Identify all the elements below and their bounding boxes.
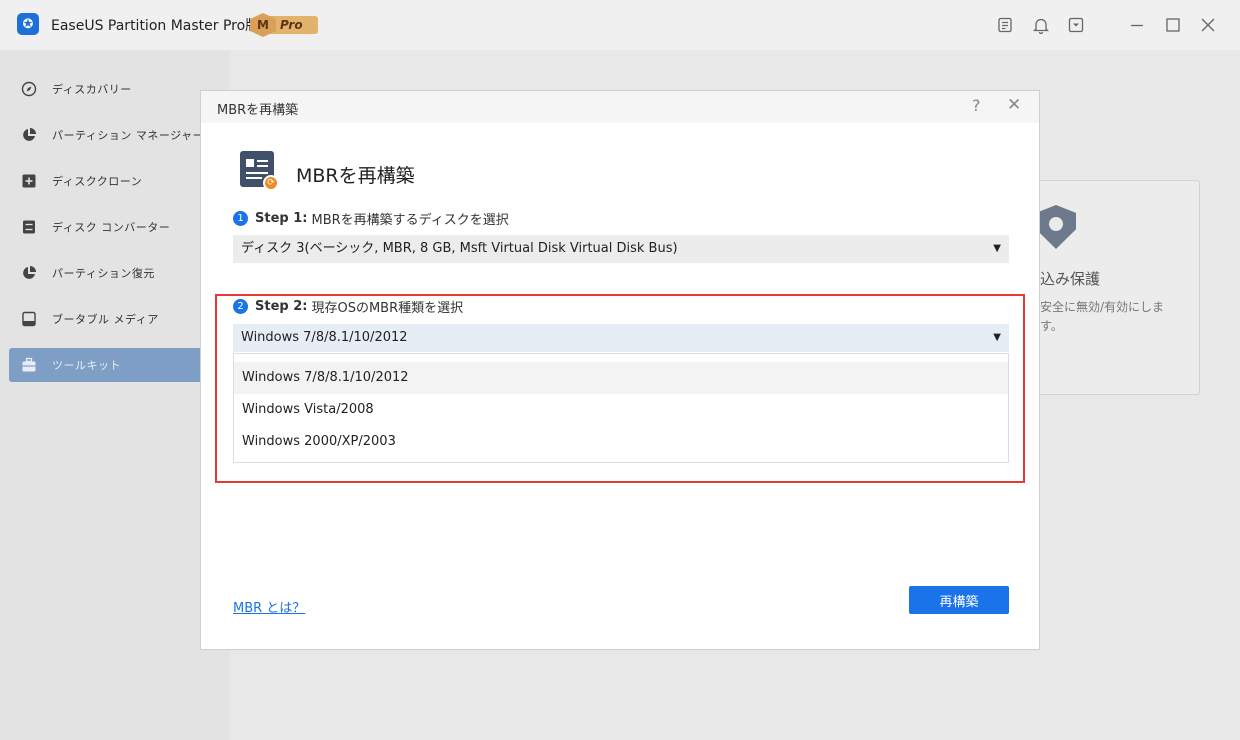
maximize-icon[interactable] <box>1163 15 1183 35</box>
minimize-icon[interactable] <box>1127 15 1147 35</box>
sidebar-item-bootable-media[interactable]: ブータブル メディア <box>9 302 221 336</box>
toolbox-icon <box>20 356 38 374</box>
step-1-text: MBRを再構築するディスクを選択 <box>311 213 509 228</box>
sidebar-item-partition-recovery[interactable]: パーティション復元 <box>9 256 221 290</box>
sidebar-item-label: ディスク コンバーター <box>52 221 171 234</box>
title-bar: ✪ EaseUS Partition Master Pro版 M Pro <box>0 0 1240 50</box>
sidebar-item-label: パーティション復元 <box>52 267 155 280</box>
step-2-prefix: Step 2: <box>255 299 308 314</box>
plus-square-icon <box>20 172 38 190</box>
sidebar-item-discovery[interactable]: ディスカバリー <box>9 72 221 106</box>
sidebar-item-label: ツールキット <box>52 359 121 372</box>
notes-icon[interactable] <box>995 15 1015 35</box>
os-mbr-type-value: Windows 7/8/8.1/10/2012 <box>241 330 408 345</box>
what-is-mbr-link[interactable]: MBR とは？ <box>233 597 305 616</box>
sidebar-item-disk-clone[interactable]: ディスククローン <box>9 164 221 198</box>
dropdown-option[interactable]: Windows Vista/2008 <box>234 394 1008 426</box>
caret-down-icon: ▼ <box>993 243 1001 254</box>
sidebar-item-label: パーティション マネージャー <box>52 129 205 142</box>
caret-down-icon: ▼ <box>993 332 1001 343</box>
rebuild-mbr-icon: ⟳ <box>240 151 279 191</box>
dialog-header: MBRを再構築 ? ✕ <box>201 91 1039 123</box>
help-icon[interactable]: ? <box>972 96 981 115</box>
background-card-description: 安全に無効/有効にします。 <box>1040 300 1165 333</box>
dialog-heading: MBRを再構築 <box>296 165 415 187</box>
step-1-number: 1 <box>233 211 248 226</box>
refresh-icon: ⟳ <box>263 175 279 191</box>
sidebar-item-disk-converter[interactable]: ディスク コンバーター <box>9 210 221 244</box>
compass-icon <box>20 80 38 98</box>
dropdown-menu-icon[interactable] <box>1066 15 1086 35</box>
pie-restore-icon <box>20 264 38 282</box>
sidebar-item-label: ディスカバリー <box>52 83 132 96</box>
step-1-prefix: Step 1: <box>255 211 308 226</box>
sidebar: ディスカバリー パーティション マネージャー ディスククローン ディスク コンバ… <box>0 50 230 740</box>
background-card-title: 込み保護 <box>1040 270 1101 288</box>
bell-icon[interactable] <box>1031 15 1051 35</box>
os-mbr-type-dropdown: Windows 7/8/8.1/10/2012 Windows Vista/20… <box>233 353 1009 463</box>
step-1-label: 1 Step 1: MBRを再構築するディスクを選択 <box>233 209 509 228</box>
dialog-window-title: MBRを再構築 <box>217 103 299 118</box>
close-window-icon[interactable] <box>1198 15 1218 35</box>
bootable-media-icon <box>20 310 38 328</box>
app-logo-icon: ✪ <box>17 13 39 35</box>
dropdown-option[interactable]: Windows 2000/XP/2003 <box>234 426 1008 458</box>
rebuild-mbr-dialog: MBRを再構築 ? ✕ ⟳ MBRを再構築 1 Step 1: MBRを再構築す… <box>200 90 1040 650</box>
step-2-text: 現存OSのMBR種類を選択 <box>311 301 464 316</box>
disk-select[interactable]: ディスク 3(ベーシック, MBR, 8 GB, Msft Virtual Di… <box>233 235 1009 263</box>
pie-chart-icon <box>20 126 38 144</box>
pro-badge[interactable]: M Pro <box>250 13 318 37</box>
sidebar-item-toolkit[interactable]: ツールキット <box>9 348 221 382</box>
dropdown-option[interactable]: Windows 7/8/8.1/10/2012 <box>234 362 1008 394</box>
shield-check-dot <box>1049 217 1063 231</box>
disk-select-value: ディスク 3(ベーシック, MBR, 8 GB, Msft Virtual Di… <box>241 241 678 256</box>
sidebar-item-label: ディスククローン <box>52 175 143 188</box>
os-mbr-type-select[interactable]: Windows 7/8/8.1/10/2012 ▼ <box>233 324 1009 352</box>
rebuild-button[interactable]: 再構築 <box>909 586 1009 614</box>
disk-convert-icon <box>20 218 38 236</box>
sidebar-item-partition-manager[interactable]: パーティション マネージャー <box>9 118 221 152</box>
step-2-label: 2 Step 2: 現存OSのMBR種類を選択 <box>233 297 463 316</box>
close-icon[interactable]: ✕ <box>1007 95 1021 115</box>
step-2-number: 2 <box>233 299 248 314</box>
app-title: EaseUS Partition Master Pro版 <box>51 18 260 34</box>
sidebar-item-label: ブータブル メディア <box>52 313 159 326</box>
